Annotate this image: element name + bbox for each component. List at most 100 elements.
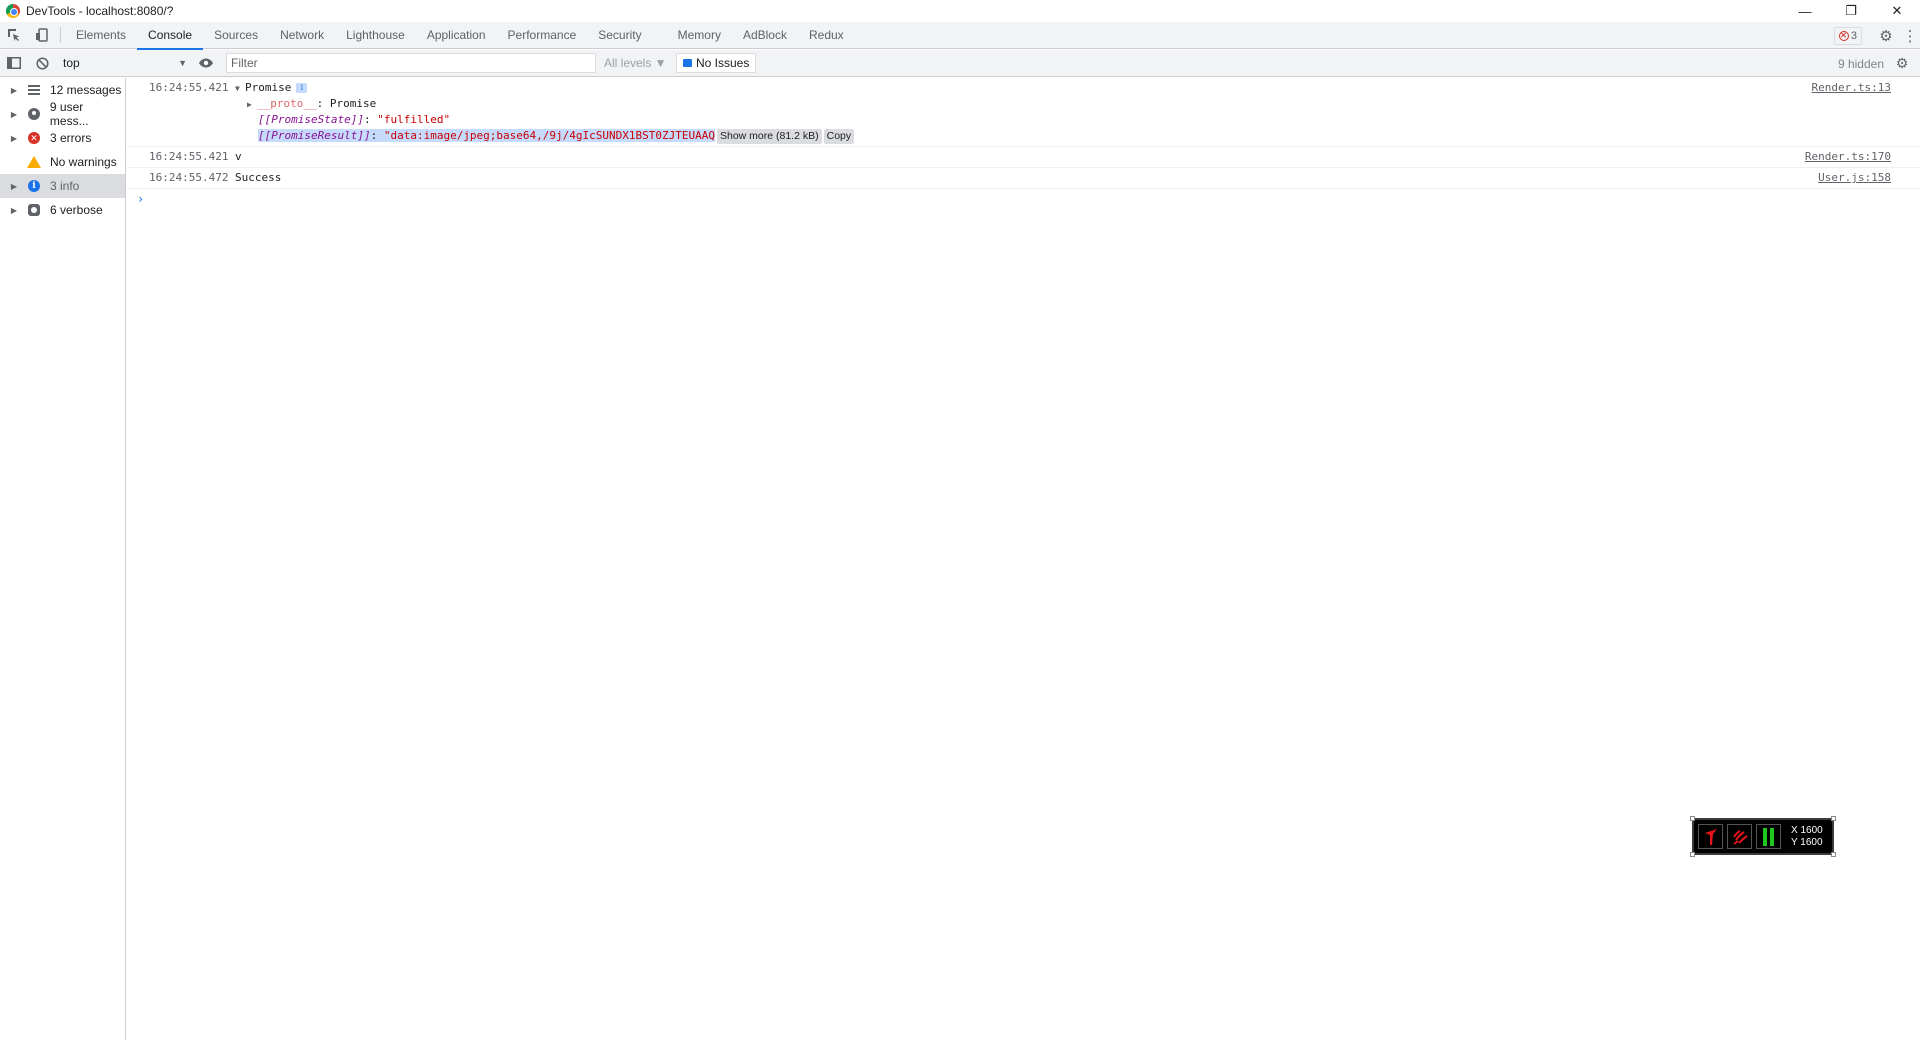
tab-application[interactable]: Application bbox=[416, 22, 497, 49]
timestamp: 16:24:55.421 bbox=[149, 81, 229, 94]
floating-overlay-widget[interactable]: X 1600 Y 1600 bbox=[1690, 816, 1836, 857]
expand-triangle-icon[interactable]: ▶ bbox=[7, 134, 21, 143]
source-link[interactable]: User.js:158 bbox=[1818, 171, 1891, 184]
info-icon[interactable]: i bbox=[296, 83, 308, 93]
list-icon-glyph bbox=[28, 85, 40, 95]
timestamp: 16:24:55.472 bbox=[149, 171, 229, 184]
resize-handle[interactable] bbox=[1690, 816, 1695, 821]
expand-triangle-icon[interactable]: ▶ bbox=[247, 97, 257, 113]
console-prompt[interactable]: › bbox=[127, 189, 1920, 209]
log-levels-dropdown[interactable]: All levels ▼ bbox=[604, 53, 672, 73]
source-link[interactable]: Render.ts:170 bbox=[1805, 150, 1891, 163]
console-toolbar: top ▼ All levels ▼ No Issues 9 hidden ⚙ bbox=[0, 50, 1920, 77]
sidebar-item-label: 3 errors bbox=[50, 131, 92, 145]
tab-security[interactable]: Security bbox=[587, 22, 652, 49]
tab-console[interactable]: Console bbox=[137, 22, 204, 50]
minimize-button[interactable]: — bbox=[1782, 0, 1828, 22]
message-text: Success bbox=[235, 171, 282, 184]
sidebar-item-label: 9 user mess... bbox=[49, 100, 89, 128]
close-button[interactable]: ✕ bbox=[1874, 0, 1920, 22]
window-controls: — ❐ ✕ bbox=[1782, 0, 1920, 22]
tab-adblock[interactable]: AdBlock bbox=[732, 22, 798, 49]
copy-button[interactable]: Copy bbox=[823, 128, 855, 144]
issues-button[interactable]: No Issues bbox=[676, 53, 757, 73]
tab-network[interactable]: Network bbox=[269, 22, 335, 49]
warning-icon-glyph bbox=[27, 156, 41, 168]
sidebar-item-verbose[interactable]: ▶ 6 verbose bbox=[0, 198, 125, 222]
promise-result-value: "data:image/jpeg;base64,/9j/4gIcSUNDX1BS… bbox=[383, 129, 715, 142]
hidden-count: 9 hidden bbox=[1837, 56, 1884, 71]
device-toolbar-icon[interactable] bbox=[28, 22, 56, 49]
sidebar-toggle-icon[interactable] bbox=[0, 50, 28, 76]
expand-triangle-icon[interactable]: ▶ bbox=[7, 86, 21, 95]
object-summary[interactable]: Promise bbox=[245, 81, 291, 94]
show-more-button[interactable]: Show more (81.2 kB) bbox=[716, 128, 822, 144]
arrow-tool-icon[interactable] bbox=[1698, 824, 1723, 849]
live-expression-eye-icon[interactable] bbox=[192, 50, 220, 76]
clear-console-icon[interactable] bbox=[28, 50, 56, 76]
dropdown-arrow-icon: ▼ bbox=[178, 58, 187, 68]
error-icon-glyph: ✕ bbox=[28, 132, 40, 144]
resize-handle[interactable] bbox=[1690, 852, 1695, 857]
resize-handle[interactable] bbox=[1831, 852, 1836, 857]
tab-sources[interactable]: Sources bbox=[203, 22, 269, 49]
hand-tool-icon[interactable] bbox=[1727, 824, 1752, 849]
error-count: 3 bbox=[1850, 29, 1857, 42]
promise-state-key: [[PromiseState]] bbox=[258, 113, 364, 126]
sidebar-item-list[interactable]: ▶ 12 messages bbox=[0, 78, 125, 102]
expand-triangle-icon[interactable]: ▶ bbox=[7, 206, 21, 215]
sidebar-item-label: No warnings bbox=[50, 155, 117, 169]
coordinate-readout: X 1600 Y 1600 bbox=[1791, 825, 1823, 849]
sidebar-item-warning[interactable]: No warnings bbox=[0, 150, 125, 174]
console-settings-gear-icon[interactable]: ⚙ bbox=[1888, 50, 1916, 77]
console-sidebar: ▶ 12 messages ▶ 9 user mess... ▶ ✕ 3 errors No … bbox=[0, 78, 126, 1040]
inspect-element-icon[interactable] bbox=[0, 22, 28, 49]
battery-level-icon bbox=[1756, 824, 1781, 849]
sidebar-item-error[interactable]: ▶ ✕ 3 errors bbox=[0, 126, 125, 150]
more-options-icon[interactable]: ⋮ bbox=[1900, 22, 1920, 49]
colon-separator: : bbox=[370, 129, 384, 142]
expand-triangle-icon[interactable]: ▶ bbox=[7, 110, 21, 119]
console-entry-success[interactable]: 16:24:55.472 Success User.js:158 bbox=[127, 168, 1920, 189]
window-title: DevTools - localhost:8080/? bbox=[26, 4, 174, 18]
console-entry-promise[interactable]: 16:24:55.421 ▼ Promise i ▶ __proto__: Promis… bbox=[127, 78, 1920, 147]
context-selector[interactable]: top ▼ bbox=[60, 53, 190, 73]
console-messages: 16:24:55.421 ▼ Promise i ▶ __proto__: Promis… bbox=[127, 78, 1920, 1040]
devtools-tabbar: Elements Console Sources Network Lighthouse A… bbox=[0, 22, 1920, 50]
expand-triangle-icon[interactable]: ▶ bbox=[7, 182, 21, 191]
sidebar-item-user[interactable]: ▶ 9 user mess... bbox=[0, 100, 125, 128]
sidebar-item-label: 6 verbose bbox=[50, 203, 103, 217]
sidebar-item-label: 12 messages bbox=[50, 83, 122, 97]
proto-key[interactable]: __proto__ bbox=[257, 97, 317, 110]
chrome-icon bbox=[6, 4, 20, 18]
tab-redux[interactable]: Redux bbox=[798, 22, 855, 49]
toolbar-divider bbox=[60, 27, 61, 43]
restore-button[interactable]: ❐ bbox=[1828, 0, 1874, 22]
y-coordinate: Y 1600 bbox=[1791, 836, 1823, 848]
console-entry-v[interactable]: 16:24:55.421 v Render.ts:170 bbox=[127, 147, 1920, 168]
context-value: top bbox=[63, 56, 80, 70]
x-coordinate: X 1600 bbox=[1791, 824, 1823, 836]
tabbar-right: 3 ⚙ ⋮ bbox=[1833, 22, 1920, 49]
error-icon: ✕ bbox=[27, 131, 41, 145]
sidebar-item-info[interactable]: ▶ i 3 info bbox=[0, 174, 125, 198]
timestamp: 16:24:55.421 bbox=[149, 150, 229, 163]
source-link[interactable]: Render.ts:13 bbox=[1812, 81, 1891, 94]
verbose-icon-glyph bbox=[28, 204, 40, 216]
verbose-icon bbox=[27, 203, 41, 217]
info-icon-glyph: i bbox=[28, 180, 40, 192]
error-count-badge[interactable]: 3 bbox=[1833, 26, 1862, 45]
tab-elements[interactable]: Elements bbox=[65, 22, 137, 49]
user-icon-glyph bbox=[27, 108, 40, 120]
resize-handle[interactable] bbox=[1831, 816, 1836, 821]
tab-performance[interactable]: Performance bbox=[497, 22, 588, 49]
filter-input[interactable] bbox=[226, 53, 596, 73]
sidebar-item-label: 3 info bbox=[50, 179, 80, 193]
info-icon: i bbox=[27, 179, 41, 193]
collapse-triangle-icon[interactable]: ▼ bbox=[235, 81, 245, 97]
user-icon bbox=[27, 107, 41, 121]
window-titlebar: DevTools - localhost:8080/? — ❐ ✕ bbox=[0, 0, 1920, 22]
tab-memory[interactable]: Memory bbox=[667, 22, 732, 49]
tab-lighthouse[interactable]: Lighthouse bbox=[335, 22, 416, 49]
settings-gear-icon[interactable]: ⚙ bbox=[1872, 22, 1900, 49]
